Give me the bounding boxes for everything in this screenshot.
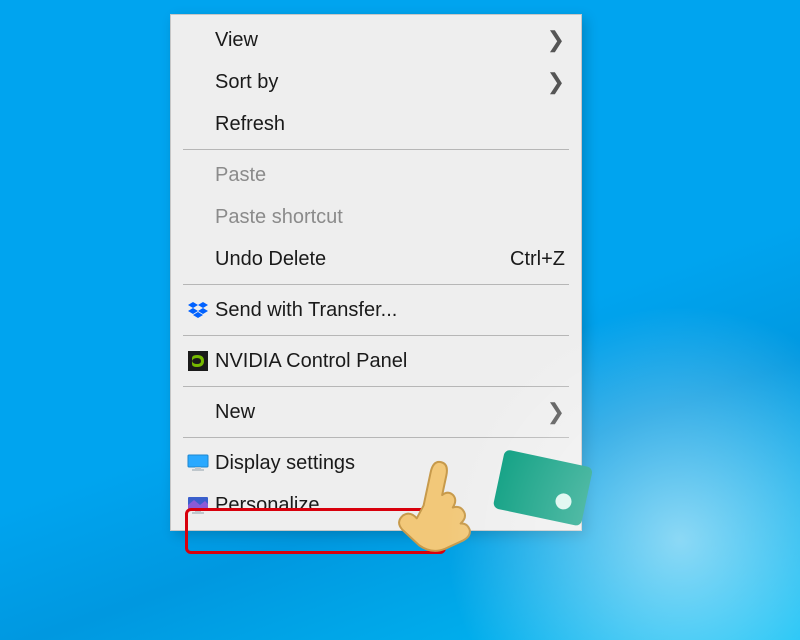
desktop-background: View ❯ Sort by ❯ Refresh Paste Paste sho… xyxy=(0,0,800,640)
menu-item-label: Paste shortcut xyxy=(215,206,565,229)
menu-separator xyxy=(183,386,569,387)
menu-separator xyxy=(183,335,569,336)
menu-item-label: Display settings xyxy=(215,452,565,475)
menu-item-display-settings[interactable]: Display settings xyxy=(171,442,581,484)
menu-item-view[interactable]: View ❯ xyxy=(171,19,581,61)
menu-item-send-with-transfer[interactable]: Send with Transfer... xyxy=(171,289,581,331)
menu-item-refresh[interactable]: Refresh xyxy=(171,103,581,145)
menu-item-label: Undo Delete xyxy=(215,248,490,271)
menu-item-nvidia-control-panel[interactable]: NVIDIA Control Panel xyxy=(171,340,581,382)
menu-item-personalize[interactable]: Personalize xyxy=(171,484,581,526)
desktop-context-menu: View ❯ Sort by ❯ Refresh Paste Paste sho… xyxy=(170,14,582,531)
dropbox-icon xyxy=(181,300,215,320)
menu-item-new[interactable]: New ❯ xyxy=(171,391,581,433)
menu-item-sort-by[interactable]: Sort by ❯ xyxy=(171,61,581,103)
chevron-right-icon: ❯ xyxy=(547,399,565,425)
menu-separator xyxy=(183,149,569,150)
chevron-right-icon: ❯ xyxy=(547,69,565,95)
menu-item-paste: Paste xyxy=(171,154,581,196)
menu-separator xyxy=(183,284,569,285)
menu-item-undo-delete[interactable]: Undo Delete Ctrl+Z xyxy=(171,238,581,280)
menu-item-label: View xyxy=(215,29,547,52)
menu-item-paste-shortcut: Paste shortcut xyxy=(171,196,581,238)
personalize-icon xyxy=(181,496,215,514)
menu-item-label: Sort by xyxy=(215,71,547,94)
display-icon xyxy=(181,454,215,472)
menu-item-label: Personalize xyxy=(215,494,565,517)
menu-item-label: Paste xyxy=(215,164,565,187)
chevron-right-icon: ❯ xyxy=(547,27,565,53)
menu-item-shortcut: Ctrl+Z xyxy=(490,248,565,271)
menu-item-label: Send with Transfer... xyxy=(215,299,565,322)
menu-item-label: NVIDIA Control Panel xyxy=(215,350,565,373)
menu-item-label: New xyxy=(215,401,547,424)
nvidia-icon xyxy=(181,351,215,371)
menu-separator xyxy=(183,437,569,438)
menu-item-label: Refresh xyxy=(215,113,565,136)
